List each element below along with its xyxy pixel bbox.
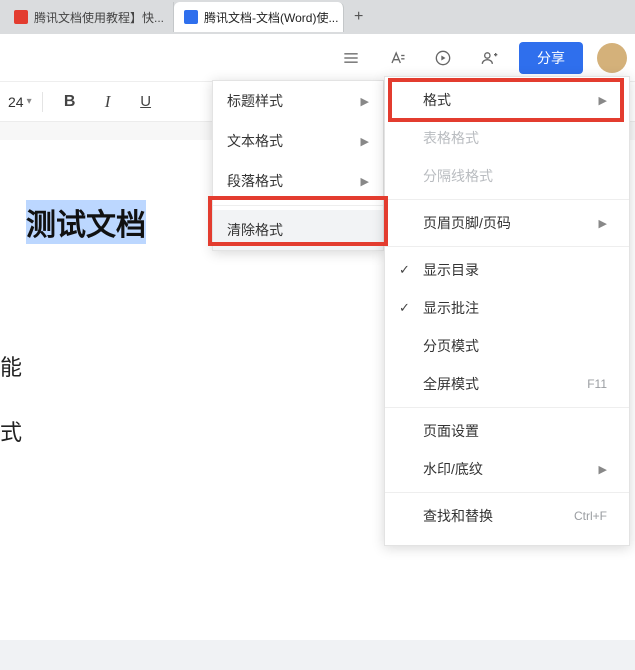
menu-item-page-setup[interactable]: 页面设置 xyxy=(385,412,629,450)
body-text: 式 xyxy=(0,415,22,447)
main-dropdown-menu: 格式 ▶ 表格格式 分隔线格式 页眉页脚/页码 ▶ ✓ 显示目录 ✓ 显示批注 … xyxy=(384,76,630,546)
menu-item-header-footer[interactable]: 页眉页脚/页码 ▶ xyxy=(385,204,629,242)
menu-label: 查找和替换 xyxy=(423,506,493,526)
menu-label: 显示批注 xyxy=(423,298,479,318)
separator xyxy=(385,199,629,200)
tab-title: 腾讯文档使用教程】快... xyxy=(34,9,164,26)
menu-label: 文本格式 xyxy=(227,131,283,151)
favicon-icon xyxy=(184,10,198,24)
chevron-down-icon: ▾ xyxy=(27,96,32,107)
menu-label: 段落格式 xyxy=(227,171,283,191)
menu-item-heading-style[interactable]: 标题样式 ▶ xyxy=(213,81,383,121)
menu-item-show-comments[interactable]: ✓ 显示批注 xyxy=(385,289,629,327)
play-icon[interactable] xyxy=(427,42,459,74)
menu-item-paragraph-format[interactable]: 段落格式 ▶ xyxy=(213,161,383,201)
separator xyxy=(385,246,629,247)
menu-item-table-format: 表格格式 xyxy=(385,119,629,157)
menu-item-clear-format[interactable]: 清除格式 xyxy=(213,210,383,250)
browser-tab[interactable]: 腾讯文档-文档(Word)使... × xyxy=(174,2,344,32)
separator xyxy=(385,407,629,408)
chevron-right-icon: ▶ xyxy=(361,95,369,108)
menu-item-show-toc[interactable]: ✓ 显示目录 xyxy=(385,251,629,289)
share-button[interactable]: 分享 xyxy=(519,42,583,74)
bold-button[interactable]: B xyxy=(53,88,87,116)
underline-button[interactable]: U xyxy=(129,88,163,116)
format-submenu: 标题样式 ▶ 文本格式 ▶ 段落格式 ▶ 清除格式 xyxy=(212,80,384,251)
text-format-icon[interactable] xyxy=(381,42,413,74)
shortcut-label: Ctrl+F xyxy=(574,509,607,523)
menu-label: 显示目录 xyxy=(423,260,479,280)
avatar[interactable] xyxy=(597,43,627,73)
browser-tab[interactable]: 腾讯文档使用教程】快... × xyxy=(4,2,174,32)
separator xyxy=(42,92,43,112)
menu-label: 标题样式 xyxy=(227,91,283,111)
favicon-icon xyxy=(14,10,28,24)
menu-item-fullscreen[interactable]: 全屏模式 F11 xyxy=(385,365,629,403)
check-icon: ✓ xyxy=(399,300,410,316)
menu-item-divider-format: 分隔线格式 xyxy=(385,157,629,195)
selected-heading[interactable]: 测试文档 xyxy=(26,200,146,244)
shortcut-label: F11 xyxy=(587,377,607,391)
menu-label: 全屏模式 xyxy=(423,374,479,394)
app-header: 分享 xyxy=(0,34,635,82)
menu-label: 分隔线格式 xyxy=(423,166,493,186)
menu-item-page-mode[interactable]: 分页模式 xyxy=(385,327,629,365)
menu-label: 页面设置 xyxy=(423,421,479,441)
font-size-value: 24 xyxy=(8,94,24,110)
menu-item-find-replace[interactable]: 查找和替换 Ctrl+F xyxy=(385,497,629,535)
chevron-right-icon: ▶ xyxy=(599,463,607,476)
add-user-icon[interactable] xyxy=(473,42,505,74)
body-text: 能 xyxy=(0,350,22,382)
browser-tabstrip: 腾讯文档使用教程】快... × 腾讯文档-文档(Word)使... × + xyxy=(0,0,635,34)
separator xyxy=(213,205,383,206)
menu-item-text-format[interactable]: 文本格式 ▶ xyxy=(213,121,383,161)
menu-label: 表格格式 xyxy=(423,128,479,148)
chevron-right-icon: ▶ xyxy=(361,175,369,188)
menu-label: 水印/底纹 xyxy=(423,459,483,479)
menu-label: 分页模式 xyxy=(423,336,479,356)
menu-label: 页眉页脚/页码 xyxy=(423,213,511,233)
new-tab-button[interactable]: + xyxy=(344,8,373,26)
menu-label: 清除格式 xyxy=(227,220,283,240)
chevron-right-icon: ▶ xyxy=(361,135,369,148)
tab-title: 腾讯文档-文档(Word)使... xyxy=(204,9,338,26)
menu-label: 格式 xyxy=(423,90,451,110)
separator xyxy=(385,492,629,493)
chevron-right-icon: ▶ xyxy=(599,217,607,230)
menu-item-format[interactable]: 格式 ▶ xyxy=(385,81,629,119)
menu-item-watermark[interactable]: 水印/底纹 ▶ xyxy=(385,450,629,488)
check-icon: ✓ xyxy=(399,262,410,278)
italic-button[interactable]: I xyxy=(91,88,125,116)
chevron-right-icon: ▶ xyxy=(599,94,607,107)
font-size-select[interactable]: 24 ▾ xyxy=(8,94,32,110)
menu-icon[interactable] xyxy=(335,42,367,74)
